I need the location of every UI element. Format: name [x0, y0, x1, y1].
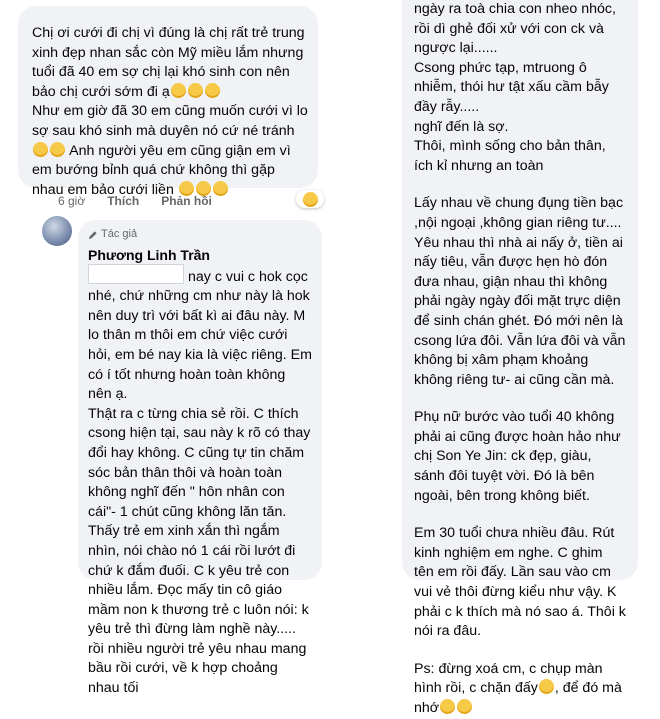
author-name[interactable]: Phương Linh Trần: [88, 246, 312, 264]
pencil-icon: [89, 231, 97, 239]
comment-text: Phụ nữ bước vào tuổi 40 không phải ai cũ…: [414, 409, 621, 504]
avatar[interactable]: [42, 216, 72, 246]
laughing-emoji-icon: [33, 141, 48, 157]
comment-actions: 6 giờ Thích Phản hồi: [58, 194, 212, 208]
comment-time[interactable]: 6 giờ: [58, 194, 85, 208]
grinning-emoji-icon: [457, 699, 473, 714]
comment-text: Như em giờ đã 30 em cũng muốn cưới vì lo…: [32, 102, 308, 200]
comment-text: Chị ơi cưới đi chị vì đúng là chị rất tr…: [32, 24, 308, 102]
comment-bubble-2: Tác giả Phương Linh Trần nay c vui c hok…: [78, 220, 322, 696]
laughing-emoji-icon: [187, 82, 203, 98]
grinning-emoji-icon: [440, 699, 456, 714]
comment-text-part-2: Như em giờ đã 30 em cũng muốn cưới vì lo…: [32, 103, 308, 139]
reaction-summary[interactable]: [296, 190, 324, 208]
grinning-emoji-icon: [538, 679, 554, 695]
comment-text: Thật ra c từng chia sẻ rồi. C thích cson…: [88, 405, 311, 697]
comment-bubble-1: Chị ơi cưới đi chị vì đúng là chị rất tr…: [18, 6, 318, 198]
like-button[interactable]: Thích: [107, 194, 139, 208]
author-badge: Tác giả: [88, 225, 312, 245]
laughing-emoji-icon: [170, 82, 186, 98]
haha-reaction-icon: [302, 191, 318, 207]
comment-text: nay c vui c hok cọc nhé, chứ những cm nh…: [88, 263, 312, 405]
comment-bubble-3: ngày ra toà chia con nheo nhóc, rồi dì g…: [402, 0, 638, 716]
comment-text: ngày ra toà chia con nheo nhóc, rồi dì g…: [414, 1, 616, 174]
comment-text-part-3: Anh người yêu em cũng giận em vì em bướn…: [32, 142, 291, 198]
comment-text-part-1: Chị ơi cưới đi chị vì đúng là chị rất tr…: [32, 25, 305, 100]
comment-text: Lấy nhau về chung đụng tiền bạc ,nội ngo…: [414, 195, 626, 388]
comment-text: Ps: đừng xoá cm, c chụp màn hình rồi, c …: [414, 660, 626, 719]
comment-text-part-1: nay c vui c hok cọc nhé, chứ những cm nh…: [88, 268, 312, 403]
author-badge-label: Tác giả: [101, 228, 138, 240]
laughing-emoji-icon: [204, 82, 220, 98]
redacted-block: [88, 263, 184, 284]
comment-text: Em 30 tuổi chưa nhiều đâu. Rút kinh nghi…: [414, 525, 626, 640]
laughing-emoji-icon: [50, 141, 65, 157]
laughing-emoji-icon: [212, 180, 228, 196]
reply-button[interactable]: Phản hồi: [161, 194, 212, 208]
